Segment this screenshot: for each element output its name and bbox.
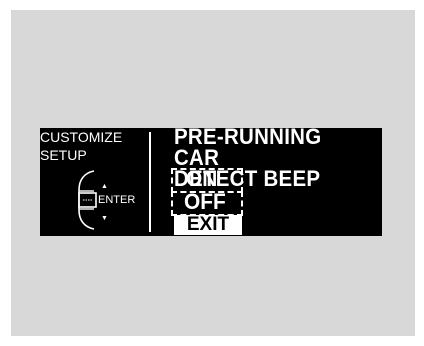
divider — [149, 132, 151, 232]
up-arrow-icon[interactable]: ▲ — [101, 183, 108, 190]
selector-knob-icon[interactable] — [74, 168, 98, 232]
exit-button[interactable]: EXIT — [174, 215, 242, 235]
down-arrow-icon[interactable]: ▼ — [101, 215, 108, 222]
customize-setup-label: CUSTOMIZE SETUP — [40, 129, 123, 163]
option-on[interactable]: ON — [186, 168, 217, 190]
enter-label: ENTER — [98, 194, 136, 206]
option-off[interactable]: OFF — [184, 191, 226, 213]
display-screen: CUSTOMIZE SETUP ▲ ENTER ▼ PRE-RUNNING CA… — [40, 128, 382, 236]
